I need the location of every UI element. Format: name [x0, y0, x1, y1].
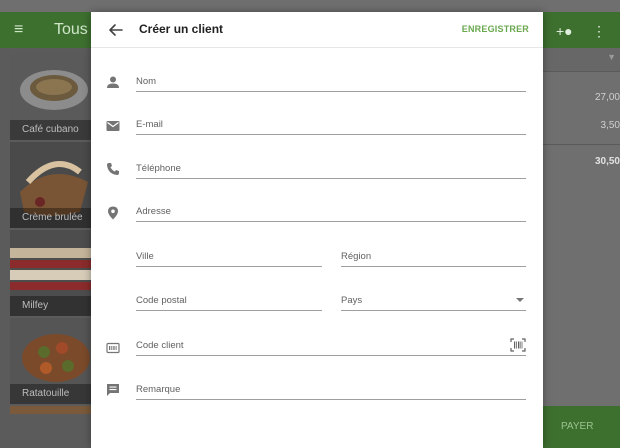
- region-field[interactable]: Région: [341, 245, 526, 267]
- dialog-title: Créer un client: [139, 22, 224, 36]
- city-placeholder: Ville: [136, 251, 154, 262]
- back-arrow-icon[interactable]: [107, 21, 125, 39]
- email-icon: [106, 121, 120, 131]
- product-grid: Café cubano Crème brulée Milfey Ratatoui…: [0, 48, 95, 448]
- product-tile[interactable]: Crème brulée: [10, 142, 95, 228]
- customer-code-field[interactable]: Code client: [136, 334, 526, 356]
- product-tile[interactable]: Café cubano: [10, 54, 95, 140]
- pay-button[interactable]: PAYER: [543, 406, 620, 448]
- barcode-scan-icon[interactable]: [510, 338, 526, 352]
- location-pin-icon: [108, 206, 118, 220]
- customer-code-placeholder: Code client: [136, 340, 184, 351]
- phone-icon: [107, 163, 119, 175]
- add-customer-icon[interactable]: +●: [556, 22, 573, 40]
- name-field[interactable]: Nom: [136, 70, 526, 92]
- note-field[interactable]: Remarque: [136, 378, 526, 400]
- menu-icon[interactable]: ≡: [14, 20, 30, 40]
- postal-code-placeholder: Code postal: [136, 295, 187, 306]
- city-field[interactable]: Ville: [136, 245, 322, 267]
- dropdown-arrow-icon: [516, 298, 524, 302]
- product-tile-partial: [10, 406, 95, 414]
- name-placeholder: Nom: [136, 76, 157, 87]
- person-icon: [107, 76, 119, 88]
- save-button[interactable]: ENREGISTRER: [462, 24, 529, 34]
- email-field[interactable]: E-mail: [136, 113, 526, 135]
- product-name: Crème brulée: [10, 208, 95, 228]
- country-select[interactable]: Pays: [341, 289, 526, 311]
- more-options-icon[interactable]: ⋮: [592, 22, 606, 40]
- line-amount: 27,00: [594, 92, 620, 103]
- product-tile[interactable]: Milfey: [10, 230, 95, 316]
- line-amount: 3,50: [600, 120, 620, 131]
- product-tile[interactable]: Ratatouille: [10, 318, 95, 404]
- address-placeholder: Adresse: [136, 206, 171, 217]
- country-placeholder: Pays: [341, 295, 363, 306]
- product-name: Milfey: [10, 296, 95, 316]
- phone-field[interactable]: Téléphone: [136, 157, 526, 179]
- customer-card-icon: [106, 342, 120, 354]
- ticket-total: 30,50: [594, 156, 620, 167]
- chevron-down-icon[interactable]: ▼: [607, 52, 616, 62]
- product-name: Café cubano: [10, 120, 95, 140]
- note-placeholder: Remarque: [136, 384, 181, 395]
- email-placeholder: E-mail: [136, 119, 163, 130]
- create-customer-dialog: Créer un client ENREGISTRER Nom E-mail T…: [91, 12, 543, 448]
- ticket-panel: ▼ 27,00 3,50 30,50: [543, 48, 620, 448]
- phone-placeholder: Téléphone: [136, 163, 181, 174]
- comment-icon: [107, 384, 119, 396]
- product-name: Ratatouille: [10, 384, 95, 404]
- region-placeholder: Région: [341, 251, 372, 262]
- dialog-header: Créer un client ENREGISTRER: [91, 12, 543, 48]
- address-field[interactable]: Adresse: [136, 200, 526, 222]
- postal-code-field[interactable]: Code postal: [136, 289, 322, 311]
